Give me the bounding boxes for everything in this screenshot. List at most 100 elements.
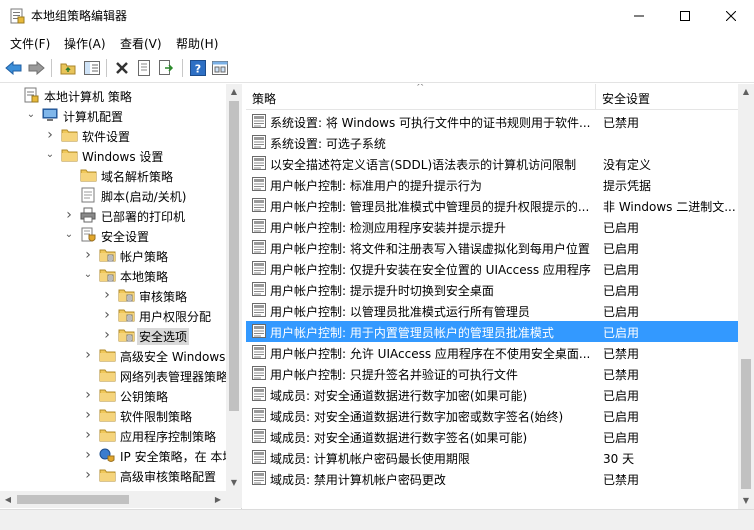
chevron-right-icon[interactable]: › xyxy=(81,467,95,483)
tree-node[interactable]: › IP 安全策略，在 本地计 xyxy=(0,445,241,465)
menu-help[interactable]: 帮助(H) xyxy=(176,35,218,52)
maximize-button[interactable] xyxy=(662,0,708,31)
scroll-up-arrow-icon[interactable]: ▲ xyxy=(738,84,754,100)
policy-vertical-scrollbar[interactable]: ▲ ▼ xyxy=(738,84,754,509)
chevron-right-icon[interactable]: › xyxy=(43,127,57,143)
chevron-right-icon[interactable]: › xyxy=(100,287,114,303)
tree-node[interactable]: › 用户权限分配 xyxy=(0,305,226,325)
chevron-right-icon[interactable]: › xyxy=(100,327,114,343)
column-header-policy[interactable]: ^ 策略 xyxy=(246,84,596,110)
chevron-right-icon[interactable]: › xyxy=(81,447,95,463)
policy-row[interactable]: 域成员: 对安全通道数据进行数字加密(如果可能) 已启用 xyxy=(246,384,738,405)
policy-row[interactable]: 用户帐户控制: 只提升签名并验证的可执行文件 已禁用 xyxy=(246,363,738,384)
policy-row[interactable]: 用户帐户控制: 用于内置管理员帐户的管理员批准模式 已启用 xyxy=(246,321,738,342)
policy-name: 用户帐户控制: 允许 UIAccess 应用程序在不使用安全桌面... xyxy=(270,347,591,361)
menu-file[interactable]: 文件(F) xyxy=(10,35,50,52)
chevron-right-icon[interactable]: › xyxy=(81,247,95,263)
tree-node[interactable]: › 软件限制策略 xyxy=(0,405,226,425)
chevron-right-icon[interactable]: › xyxy=(81,347,95,363)
policy-row[interactable]: 用户帐户控制: 以管理员批准模式运行所有管理员 已启用 xyxy=(246,300,738,321)
tree-node[interactable]: ⌄ 计算机配置 xyxy=(0,105,226,125)
tree-node[interactable]: › 软件设置 xyxy=(0,125,226,145)
policy-security-setting: 提示凭据 xyxy=(603,179,652,193)
folder-icon xyxy=(80,167,97,183)
tree-node[interactable]: ⌄ 本地策略 xyxy=(0,265,226,285)
chevron-down-icon[interactable]: ⌄ xyxy=(43,147,57,163)
policy-security-setting: 已禁用 xyxy=(603,347,640,361)
tree-node[interactable]: › 安全选项 xyxy=(0,325,226,345)
tree-node[interactable]: › 审核策略 xyxy=(0,285,226,305)
policy-row[interactable]: 用户帐户控制: 管理员批准模式中管理员的提升权限提示的... 非 Windows … xyxy=(246,195,738,216)
chevron-right-icon[interactable]: › xyxy=(81,407,95,423)
policy-row[interactable]: 用户帐户控制: 检测应用程序安装并提示提升 已启用 xyxy=(246,216,738,237)
policy-security-setting: 非 Windows 二进制文... xyxy=(603,200,736,214)
policy-row[interactable]: 用户帐户控制: 仅提升安装在安全位置的 UIAccess 应用程序 已启用 xyxy=(246,258,738,279)
tree-node[interactable]: 网络列表管理器策略 xyxy=(0,365,228,385)
policy-row[interactable]: 用户帐户控制: 标准用户的提升提示行为 提示凭据 xyxy=(246,174,738,195)
export-list-icon[interactable] xyxy=(156,58,176,78)
tree-node-label: 应用程序控制策略 xyxy=(120,430,217,444)
close-button[interactable] xyxy=(708,0,754,31)
chevron-right-icon[interactable]: › xyxy=(81,387,95,403)
chevron-right-icon[interactable]: › xyxy=(62,207,76,223)
policy-name: 系统设置: 将 Windows 可执行文件中的证书规则用于软件... xyxy=(270,116,591,130)
tree-node[interactable]: 本地计算机 策略 xyxy=(0,85,226,105)
policy-row[interactable]: 系统设置: 将 Windows 可执行文件中的证书规则用于软件... 已禁用 xyxy=(246,111,738,132)
forward-icon[interactable] xyxy=(26,58,46,78)
tree-node-label: 安全设置 xyxy=(101,230,150,244)
policy-row[interactable]: 用户帐户控制: 允许 UIAccess 应用程序在不使用安全桌面... 已禁用 xyxy=(246,342,738,363)
policy-row[interactable]: 用户帐户控制: 提示提升时切换到安全桌面 已启用 xyxy=(246,279,738,300)
tree-node[interactable]: › 应用程序控制策略 xyxy=(0,425,226,445)
tree-node[interactable]: › 高级审核策略配置 xyxy=(0,465,226,485)
scroll-down-arrow-icon[interactable]: ▼ xyxy=(226,475,242,491)
chevron-down-icon[interactable]: ⌄ xyxy=(62,227,76,243)
policy-row[interactable]: 用户帐户控制: 将文件和注册表写入错误虚拟化到每用户位置 已启用 xyxy=(246,237,738,258)
show-hide-tree-icon[interactable] xyxy=(82,58,102,78)
scroll-down-arrow-icon[interactable]: ▼ xyxy=(738,493,754,509)
scroll-right-arrow-icon[interactable]: ▶ xyxy=(210,492,226,508)
scroll-thumb[interactable] xyxy=(741,359,751,489)
tree-node-label: 公钥策略 xyxy=(120,390,169,404)
tree-node[interactable]: › 已部署的打印机 xyxy=(0,205,226,225)
policy-folder-icon xyxy=(99,267,116,283)
policy-row[interactable]: 域成员: 计算机帐户密码最长使用期限 30 天 xyxy=(246,447,738,468)
view-icon[interactable] xyxy=(210,58,230,78)
minimize-button[interactable] xyxy=(616,0,662,31)
console-tree[interactable]: 本地计算机 策略 ⌄ 计算机配置 › 软件设置 ⌄ Windows 设置 域名解析策略 脚本(启… xyxy=(0,84,242,509)
column-header-setting[interactable]: 安全设置 xyxy=(596,84,738,110)
chevron-down-icon[interactable]: ⌄ xyxy=(81,267,95,283)
tree-node[interactable]: ⌄ Windows 设置 xyxy=(0,145,226,165)
tree-vertical-scrollbar[interactable]: ▲ ▼ xyxy=(226,84,242,491)
chevron-right-icon[interactable]: › xyxy=(100,307,114,323)
chevron-right-icon[interactable]: › xyxy=(81,427,95,443)
help-icon[interactable]: ? xyxy=(188,58,208,78)
up-folder-icon[interactable] xyxy=(58,58,78,78)
delete-icon[interactable] xyxy=(112,58,132,78)
policy-row[interactable]: 以安全描述符定义语言(SDDL)语法表示的计算机访问限制 没有定义 xyxy=(246,153,738,174)
tree-node[interactable]: › 高级安全 Windows 防 xyxy=(0,345,241,365)
policy-setting-icon xyxy=(251,323,267,339)
folder-icon xyxy=(99,467,116,483)
tree-horizontal-scrollbar[interactable]: ◀ ▶ xyxy=(0,491,242,508)
tree-node[interactable]: 脚本(启动/关机) xyxy=(0,185,226,205)
policy-setting-icon xyxy=(251,134,267,150)
tree-node[interactable]: ⌄ 安全设置 xyxy=(0,225,226,245)
scroll-thumb[interactable] xyxy=(229,101,239,411)
policy-row[interactable]: 域成员: 对安全通道数据进行数字签名(如果可能) 已启用 xyxy=(246,426,738,447)
scroll-left-arrow-icon[interactable]: ◀ xyxy=(0,492,16,508)
tree-node[interactable]: › 帐户策略 xyxy=(0,245,226,265)
menu-action[interactable]: 操作(A) xyxy=(64,35,106,52)
policy-row[interactable]: 域成员: 对安全通道数据进行数字加密或数字签名(始终) 已启用 xyxy=(246,405,738,426)
properties-icon[interactable] xyxy=(134,58,154,78)
scroll-thumb[interactable] xyxy=(17,495,129,504)
scroll-up-arrow-icon[interactable]: ▲ xyxy=(226,84,242,100)
menu-view[interactable]: 查看(V) xyxy=(120,35,162,52)
tree-node[interactable]: 域名解析策略 xyxy=(0,165,226,185)
back-icon[interactable] xyxy=(4,58,24,78)
policy-row[interactable]: 系统设置: 可选子系统 xyxy=(246,132,738,153)
tree-node-label: 安全选项 xyxy=(137,328,190,345)
chevron-down-icon[interactable]: ⌄ xyxy=(24,107,38,123)
policy-row[interactable]: 域成员: 禁用计算机帐户密码更改 已禁用 xyxy=(246,468,738,489)
policy-security-setting: 没有定义 xyxy=(603,158,652,172)
tree-node[interactable]: › 公钥策略 xyxy=(0,385,226,405)
